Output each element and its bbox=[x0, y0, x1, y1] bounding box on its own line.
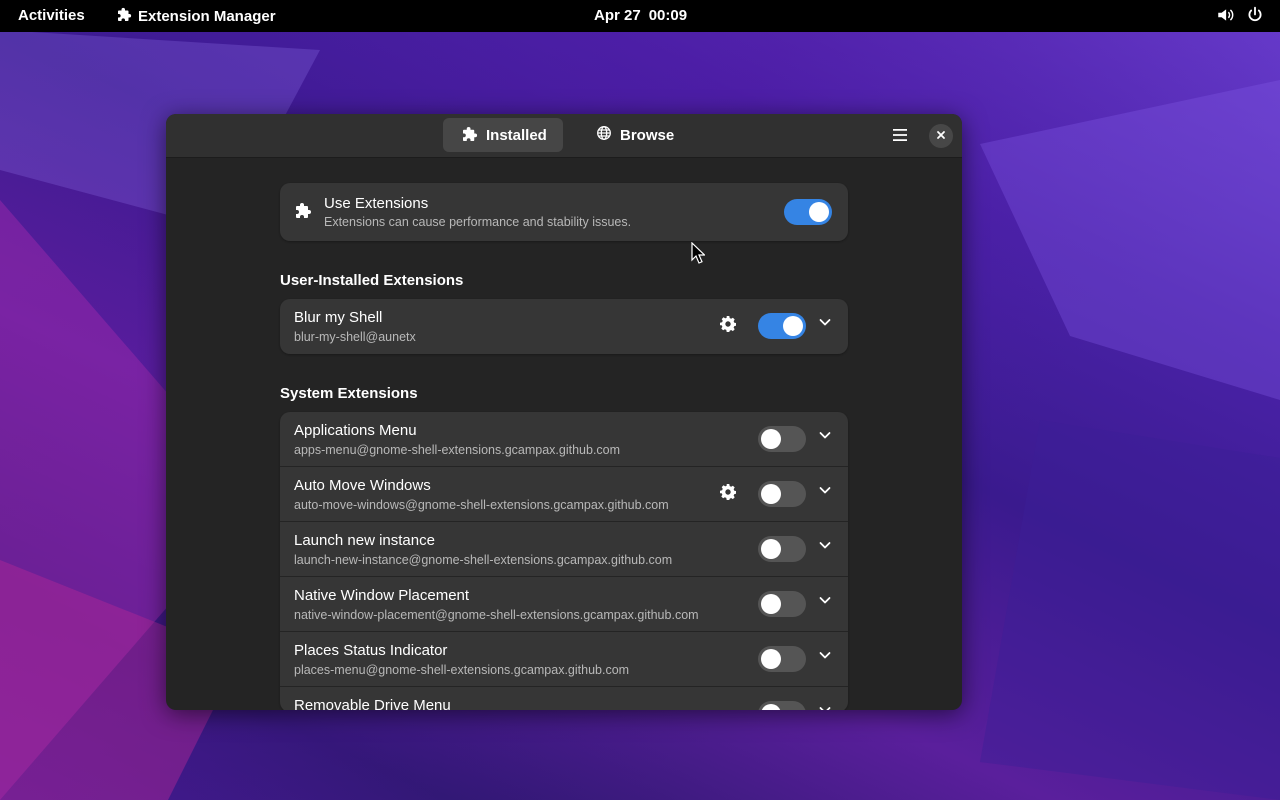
extension-toggle[interactable] bbox=[758, 536, 806, 562]
expand-button[interactable] bbox=[818, 593, 832, 607]
extension-row[interactable]: Places Status Indicator places-menu@gnome… bbox=[280, 632, 848, 687]
chevron-down-icon bbox=[818, 429, 832, 446]
toggle-knob bbox=[761, 484, 781, 504]
settings-button[interactable] bbox=[720, 316, 737, 337]
expand-button[interactable] bbox=[818, 483, 832, 497]
extension-toggle[interactable] bbox=[758, 313, 806, 339]
expand-button[interactable] bbox=[818, 428, 832, 442]
hamburger-menu-icon bbox=[892, 126, 908, 147]
chevron-down-icon bbox=[818, 539, 832, 556]
extension-name: Launch new instance bbox=[294, 532, 435, 549]
extension-name: Native Window Placement bbox=[294, 587, 470, 604]
tab-label: Browse bbox=[620, 126, 675, 144]
expand-button[interactable] bbox=[818, 648, 832, 662]
tab-installed[interactable]: Installed bbox=[443, 118, 563, 152]
extension-toggle[interactable] bbox=[758, 426, 806, 452]
header-bar: Installed Browse bbox=[166, 114, 962, 158]
expand-button[interactable] bbox=[818, 703, 832, 710]
close-icon bbox=[936, 129, 946, 143]
close-button[interactable] bbox=[929, 124, 953, 148]
chevron-down-icon bbox=[818, 704, 832, 710]
toggle-knob bbox=[761, 594, 781, 614]
extension-name: Places Status Indicator bbox=[294, 642, 448, 659]
volume-icon bbox=[1216, 6, 1234, 29]
toggle-knob bbox=[761, 649, 781, 669]
main-menu-button[interactable] bbox=[888, 124, 912, 148]
section-title-user: User-Installed Extensions bbox=[280, 272, 464, 289]
gear-icon bbox=[720, 316, 737, 336]
toggle-knob bbox=[761, 704, 781, 710]
extension-toggle[interactable] bbox=[758, 591, 806, 617]
extension-name: Removable Drive Menu bbox=[294, 697, 451, 710]
extension-uuid: apps-menu@gnome-shell-extensions.gcampax… bbox=[294, 443, 621, 457]
extension-row[interactable]: Launch new instance launch-new-instance@g… bbox=[280, 522, 848, 577]
extension-name: Blur my Shell bbox=[294, 309, 383, 326]
chevron-down-icon bbox=[818, 649, 832, 666]
extension-row[interactable]: Removable Drive Menu bbox=[280, 687, 848, 710]
use-extensions-subtitle: Extensions can cause performance and sta… bbox=[324, 215, 632, 229]
wallpaper-shape bbox=[980, 420, 1280, 800]
extension-name: Applications Menu bbox=[294, 422, 417, 439]
top-bar: Activities Extension Manager Apr 27 00:09 bbox=[0, 0, 1280, 32]
extension-uuid: blur-my-shell@aunetx bbox=[294, 330, 416, 344]
extension-manager-window: Installed Browse Use Extensions Extensio… bbox=[166, 114, 962, 710]
extension-toggle[interactable] bbox=[758, 481, 806, 507]
power-icon bbox=[1246, 6, 1264, 29]
expand-button[interactable] bbox=[818, 538, 832, 552]
chevron-down-icon bbox=[818, 316, 832, 333]
extension-uuid: native-window-placement@gnome-shell-exte… bbox=[294, 608, 699, 622]
use-extensions-title: Use Extensions bbox=[324, 195, 429, 212]
tab-browse[interactable]: Browse bbox=[576, 118, 694, 152]
system-extensions-list: Applications Menu apps-menu@gnome-shell-e… bbox=[280, 412, 848, 710]
extension-uuid: auto-move-windows@gnome-shell-extensions… bbox=[294, 498, 669, 512]
activities-button[interactable]: Activities bbox=[18, 7, 85, 24]
clock-time: 00:09 bbox=[648, 7, 688, 24]
extension-row[interactable]: Auto Move Windows auto-move-windows@gnome… bbox=[280, 467, 848, 522]
globe-icon bbox=[596, 125, 612, 145]
section-title-system: System Extensions bbox=[280, 385, 418, 402]
user-extensions-list: Blur my Shell blur-my-shell@aunetx bbox=[280, 299, 848, 354]
settings-button[interactable] bbox=[720, 484, 737, 505]
extension-name: Auto Move Windows bbox=[294, 477, 431, 494]
gear-icon bbox=[720, 484, 737, 504]
puzzle-icon bbox=[463, 126, 478, 145]
chevron-down-icon bbox=[818, 594, 832, 611]
extension-toggle[interactable] bbox=[758, 701, 806, 710]
clock[interactable]: Apr 27 00:09 bbox=[594, 7, 687, 24]
use-extensions-row: Use Extensions Extensions can cause perf… bbox=[280, 183, 848, 241]
extension-row[interactable]: Blur my Shell blur-my-shell@aunetx bbox=[280, 299, 848, 354]
extension-uuid: places-menu@gnome-shell-extensions.gcamp… bbox=[294, 663, 630, 677]
app-menu[interactable]: Extension Manager bbox=[118, 7, 276, 25]
tab-label: Installed bbox=[486, 126, 547, 144]
use-extensions-toggle[interactable] bbox=[784, 199, 832, 225]
extension-row[interactable]: Applications Menu apps-menu@gnome-shell-e… bbox=[280, 412, 848, 467]
toggle-knob bbox=[761, 539, 781, 559]
installed-page: Use Extensions Extensions can cause perf… bbox=[280, 158, 848, 710]
extension-uuid: launch-new-instance@gnome-shell-extensio… bbox=[294, 553, 673, 567]
puzzle-icon bbox=[296, 202, 312, 223]
chevron-down-icon bbox=[818, 484, 832, 501]
wallpaper-shape bbox=[980, 80, 1280, 400]
expand-button[interactable] bbox=[818, 315, 832, 329]
app-name-label: Extension Manager bbox=[138, 7, 276, 25]
toggle-knob bbox=[783, 316, 803, 336]
extension-row[interactable]: Native Window Placement native-window-pla… bbox=[280, 577, 848, 632]
clock-date: Apr 27 bbox=[594, 7, 641, 24]
toggle-knob bbox=[809, 202, 829, 222]
puzzle-icon bbox=[118, 7, 132, 25]
extension-toggle[interactable] bbox=[758, 646, 806, 672]
mouse-cursor-icon bbox=[691, 241, 706, 264]
system-tray[interactable] bbox=[1216, 6, 1264, 29]
toggle-knob bbox=[761, 429, 781, 449]
